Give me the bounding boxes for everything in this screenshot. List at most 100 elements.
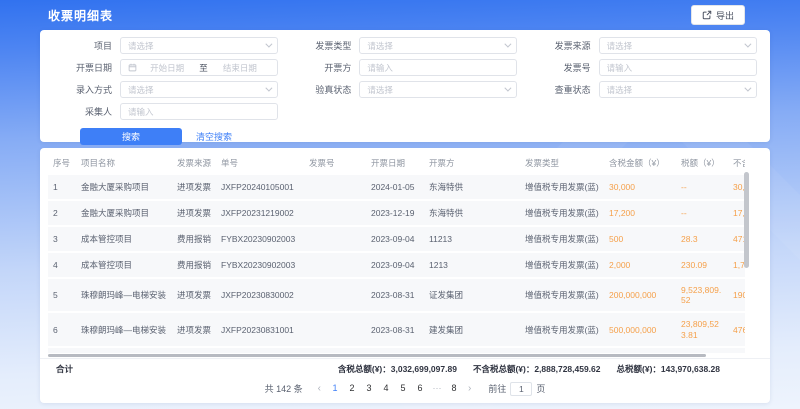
search-button[interactable]: 搜索 [80, 128, 182, 145]
page-title: 收票明细表 [48, 7, 113, 24]
cell-date: 2023-09-04 [366, 226, 424, 252]
invoice-source-select[interactable]: 请选择 [599, 37, 757, 54]
column-header-invoice-type: 发票类型 [520, 150, 604, 175]
cell-date: 2023-08-31 [366, 278, 424, 312]
invoice-date-label: 开票日期 [52, 61, 112, 74]
cell-project: 成本管控项目 [76, 252, 172, 278]
cell-amount-incl-tax: 500 [604, 226, 676, 252]
cell-project: 珠穆朗玛峰—电梯安装 [76, 347, 172, 353]
table-vertical-scrollbar[interactable] [744, 172, 749, 268]
project-select[interactable]: 请选择 [120, 37, 278, 54]
cell-amount-incl-tax: 30,000 [604, 175, 676, 200]
cell-amount-excl-tax: 476,190,476.19 [728, 312, 745, 346]
table-row: 6珠穆朗玛峰—电梯安装进项发票JXFP202308310012023-08-31… [48, 312, 745, 346]
table-scroll-area: 序号项目名称发票来源单号发票号开票日期开票方发票类型含税金额（¥）税额（¥）不含… [48, 150, 745, 353]
cell-invoice-no [304, 347, 366, 353]
invoice-table: 序号项目名称发票来源单号发票号开票日期开票方发票类型含税金额（¥）税额（¥）不含… [48, 150, 745, 353]
cell-tax: 9,523,809.52 [676, 278, 728, 312]
next-page-button[interactable]: › [464, 381, 475, 396]
chevron-down-icon [744, 41, 751, 48]
duplicate-status-select[interactable]: 请选择 [599, 81, 757, 98]
invoice-no-label: 发票号 [531, 61, 591, 74]
cell-project: 珠穆朗玛峰—电梯安装 [76, 278, 172, 312]
issuer-label: 开票方 [291, 61, 351, 74]
cell-order-no: JXFP20230830002 [216, 278, 304, 312]
invoice-source-select-placeholder: 请选择 [607, 40, 633, 52]
filter-panel: 项目 请选择 发票类型 请选择 发票来源 请选择 开票日期 [40, 30, 770, 142]
cell-project: 金融大厦采购项目 [76, 175, 172, 200]
filter-field-invoice-source: 发票来源 请选择 [531, 37, 770, 54]
cell-source: 进项发票 [172, 175, 216, 200]
clear-search-link[interactable]: 清空搜索 [196, 130, 232, 143]
filter-field-collector: 采集人 [52, 103, 292, 120]
export-icon [702, 10, 712, 20]
end-date-placeholder: 结束日期 [210, 62, 270, 74]
cell-invoice-no [304, 226, 366, 252]
duplicate-status-label: 查重状态 [531, 83, 591, 96]
summary-row: 合计 含税总额(¥)：3,032,699,097.89不含税总额(¥)：2,88… [40, 358, 770, 379]
entry-method-select-placeholder: 请选择 [128, 84, 154, 96]
entry-method-select[interactable]: 请选择 [120, 81, 278, 98]
cell-project: 成本管控项目 [76, 226, 172, 252]
summary-item-value: 143,970,638.28 [661, 364, 720, 374]
entry-method-label: 录入方式 [52, 83, 112, 96]
summary-item-value: 2,888,728,459.62 [534, 364, 600, 374]
page-button-8[interactable]: 8 [447, 381, 461, 396]
cell-order-no: FYBX20230902003 [216, 226, 304, 252]
column-header-invoice-no: 发票号 [304, 150, 366, 175]
cell-no: 6 [48, 312, 76, 346]
invoice-table-panel: 序号项目名称发票来源单号发票号开票日期开票方发票类型含税金额（¥）税额（¥）不含… [40, 148, 770, 403]
page-button-4[interactable]: 4 [379, 381, 393, 396]
invoice-type-label: 发票类型 [291, 39, 351, 52]
cell-project: 珠穆朗玛峰—电梯安装 [76, 312, 172, 346]
cell-order-no: JXFP20230830001 [216, 347, 304, 353]
page-button-1[interactable]: 1 [328, 381, 342, 396]
issuer-input[interactable] [359, 59, 517, 76]
chevron-down-icon [505, 41, 512, 48]
cell-tax: 71,428,571.43 [676, 347, 728, 353]
page-button-6[interactable]: 6 [413, 381, 427, 396]
start-date-placeholder: 开始日期 [137, 62, 197, 74]
page-number-list: 123456···8 [328, 381, 461, 396]
summary-item-value: 3,032,699,097.89 [391, 364, 457, 374]
chevron-down-icon [505, 85, 512, 92]
collector-input[interactable] [120, 103, 278, 120]
export-button[interactable]: 导出 [691, 5, 745, 25]
cell-order-no: FYBX20230902003 [216, 252, 304, 278]
goto-page-input[interactable] [510, 382, 532, 396]
cell-order-no: JXFP20230831001 [216, 312, 304, 346]
cell-project: 金融大厦采购项目 [76, 200, 172, 226]
pagination: 共 142 条 ‹ 123456···8 › 前往 页 [40, 381, 770, 396]
table-horizontal-scrollbar[interactable] [48, 354, 706, 357]
page-button-3[interactable]: 3 [362, 381, 376, 396]
cell-amount-excl-tax: 190,476,190.48 [728, 278, 745, 312]
previous-page-button[interactable]: ‹ [314, 381, 325, 396]
cell-issuer: 东海特供 [424, 200, 520, 226]
cell-no: 2 [48, 200, 76, 226]
table-row: 3成本管控项目费用报销FYBX202309020032023-09-041121… [48, 226, 745, 252]
cell-invoice-type: 增值税专用发票(蓝) [520, 200, 604, 226]
verify-status-select[interactable]: 请选择 [359, 81, 517, 98]
page-button-5[interactable]: 5 [396, 381, 410, 396]
cell-amount-excl-tax: 30,000 [728, 175, 745, 200]
filter-field-project: 项目 请选择 [52, 37, 291, 54]
invoice-type-select[interactable]: 请选择 [359, 37, 517, 54]
cell-issuer: 证发集团 [424, 278, 520, 312]
filter-field-issuer: 开票方 [291, 59, 530, 76]
pagination-total-count: 共 142 条 [265, 382, 303, 395]
page-button-2[interactable]: 2 [345, 381, 359, 396]
cell-source: 费用报销 [172, 252, 216, 278]
filter-field-verify-status: 验真状态 请选择 [291, 81, 530, 98]
page-ellipsis: ··· [430, 381, 444, 396]
cell-source: 费用报销 [172, 226, 216, 252]
filter-field-duplicate-status: 查重状态 请选择 [531, 81, 770, 98]
goto-page-group: 前往 页 [488, 382, 545, 396]
cell-invoice-type: 增值税专用发票(蓝) [520, 347, 604, 353]
summary-item: 不含税总额(¥)：2,888,728,459.62 [473, 363, 601, 375]
calendar-icon [128, 63, 137, 72]
cell-tax: -- [676, 200, 728, 226]
invoice-no-input[interactable] [599, 59, 757, 76]
column-header-no: 序号 [48, 150, 76, 175]
invoice-date-range-picker[interactable]: 开始日期 至 结束日期 [120, 59, 278, 76]
cell-invoice-no [304, 278, 366, 312]
